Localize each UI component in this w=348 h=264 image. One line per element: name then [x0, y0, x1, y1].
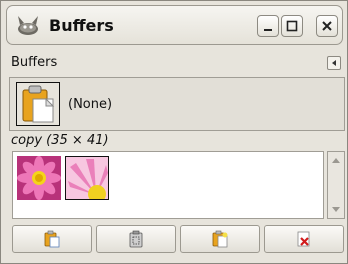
scroll-down-button[interactable] — [329, 203, 343, 217]
panel-header: Buffers — [9, 49, 345, 75]
paste-button[interactable] — [12, 225, 92, 253]
scroll-down-icon — [332, 207, 340, 212]
paste-into-button[interactable] — [96, 225, 176, 253]
delete-buffer-icon — [297, 231, 310, 247]
selected-buffer-label: copy (35 × 41) — [11, 133, 109, 148]
paste-into-icon — [129, 230, 143, 248]
scroll-up-icon — [332, 158, 340, 163]
buffer-toolbar — [12, 225, 345, 253]
minimize-button[interactable] — [257, 15, 279, 37]
window-title: Buffers — [49, 16, 114, 35]
current-buffer-label: (None) — [68, 97, 113, 112]
close-icon — [322, 21, 332, 31]
delete-buffer-button[interactable] — [264, 225, 344, 253]
panel-title: Buffers — [11, 55, 58, 70]
title-bar[interactable]: Buffers — [6, 5, 343, 45]
minimize-icon — [264, 29, 272, 31]
buffer-thumbnail[interactable] — [17, 156, 61, 200]
flower-thumbnail-icon — [17, 156, 61, 200]
buffer-thumbnail-selected[interactable] — [65, 156, 109, 203]
panel-menu-button[interactable] — [327, 56, 341, 70]
clipboard-icon — [16, 82, 60, 126]
scroll-up-button[interactable] — [329, 153, 343, 167]
menu-arrow-left-icon — [332, 60, 336, 66]
paste-as-new-icon — [212, 230, 228, 248]
close-button[interactable] — [316, 15, 338, 37]
paste-as-new-button[interactable] — [180, 225, 260, 253]
maximize-button[interactable] — [281, 15, 303, 37]
maximize-icon — [286, 20, 298, 32]
buffer-grid[interactable] — [12, 151, 324, 219]
paste-icon — [44, 230, 60, 248]
wilber-icon — [15, 14, 41, 36]
flower-closeup-thumbnail-icon — [66, 157, 108, 203]
dialog-window: Buffers Buffers (None) copy (35 × 41) — [0, 0, 348, 264]
grid-scrollbar[interactable] — [327, 151, 345, 219]
current-buffer[interactable]: (None) — [9, 77, 345, 131]
